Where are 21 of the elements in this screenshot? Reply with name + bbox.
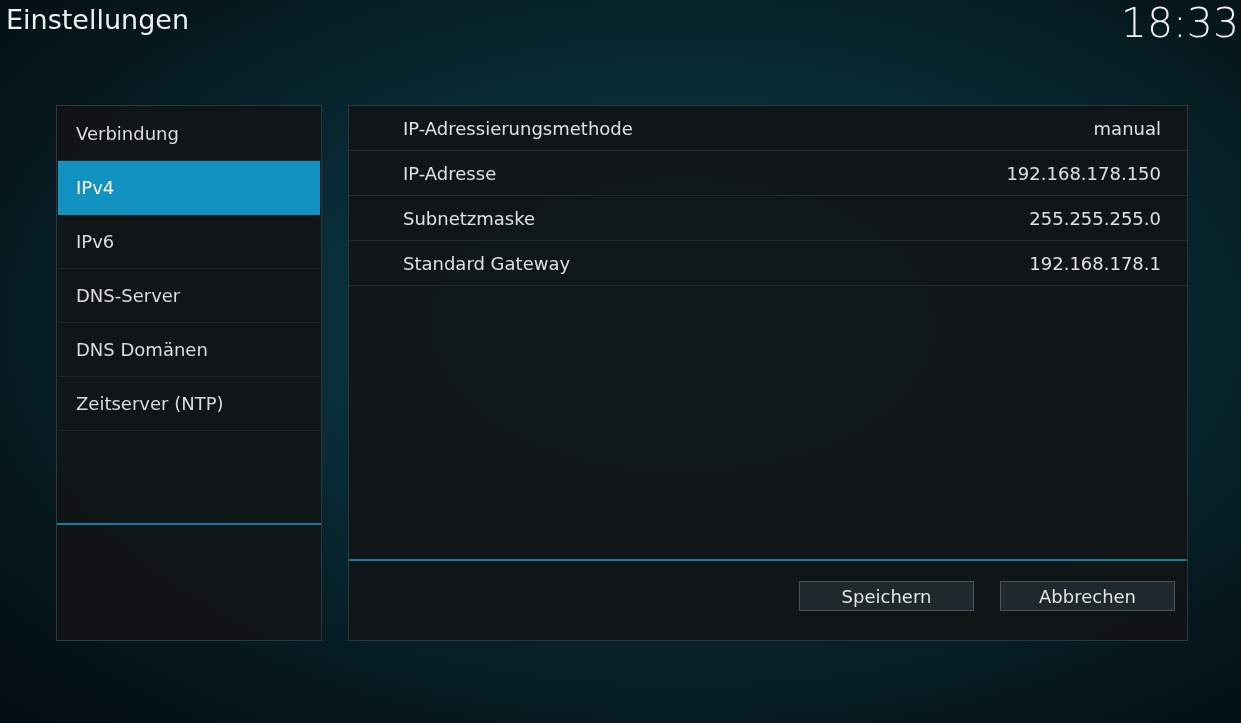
- sidebar-item[interactable]: DNS-Server: [58, 269, 320, 323]
- setting-value: 255.255.255.0: [1029, 207, 1161, 229]
- sidebar-item[interactable]: Zeitserver (NTP): [58, 377, 320, 431]
- setting-row[interactable]: IP-Adressierungsmethode manual: [349, 106, 1187, 151]
- sidebar-item[interactable]: IPv6: [58, 215, 320, 269]
- setting-label: Subnetzmaske: [403, 207, 536, 229]
- setting-label: Standard Gateway: [403, 252, 571, 274]
- setting-value: 192.168.178.150: [1006, 162, 1161, 184]
- setting-value: 192.168.178.1: [1029, 252, 1161, 274]
- dialog-button[interactable]: Speichern: [799, 581, 974, 611]
- setting-row[interactable]: Standard Gateway 192.168.178.1: [349, 241, 1187, 286]
- setting-value: manual: [1093, 117, 1161, 139]
- sidebar-item[interactable]: IPv4: [58, 161, 320, 215]
- sidebar-item[interactable]: DNS Domänen: [58, 323, 320, 377]
- setting-label: IP-Adressierungsmethode: [403, 117, 633, 139]
- setting-row[interactable]: IP-Adresse 192.168.178.150: [349, 151, 1187, 196]
- clock: 18:33: [1120, 0, 1239, 47]
- window-title: Einstellungen: [5, 3, 190, 35]
- setting-row[interactable]: Subnetzmaske 255.255.255.0: [349, 196, 1187, 241]
- setting-label: IP-Adresse: [403, 162, 497, 184]
- dialog-button[interactable]: Abbrechen: [1000, 581, 1175, 611]
